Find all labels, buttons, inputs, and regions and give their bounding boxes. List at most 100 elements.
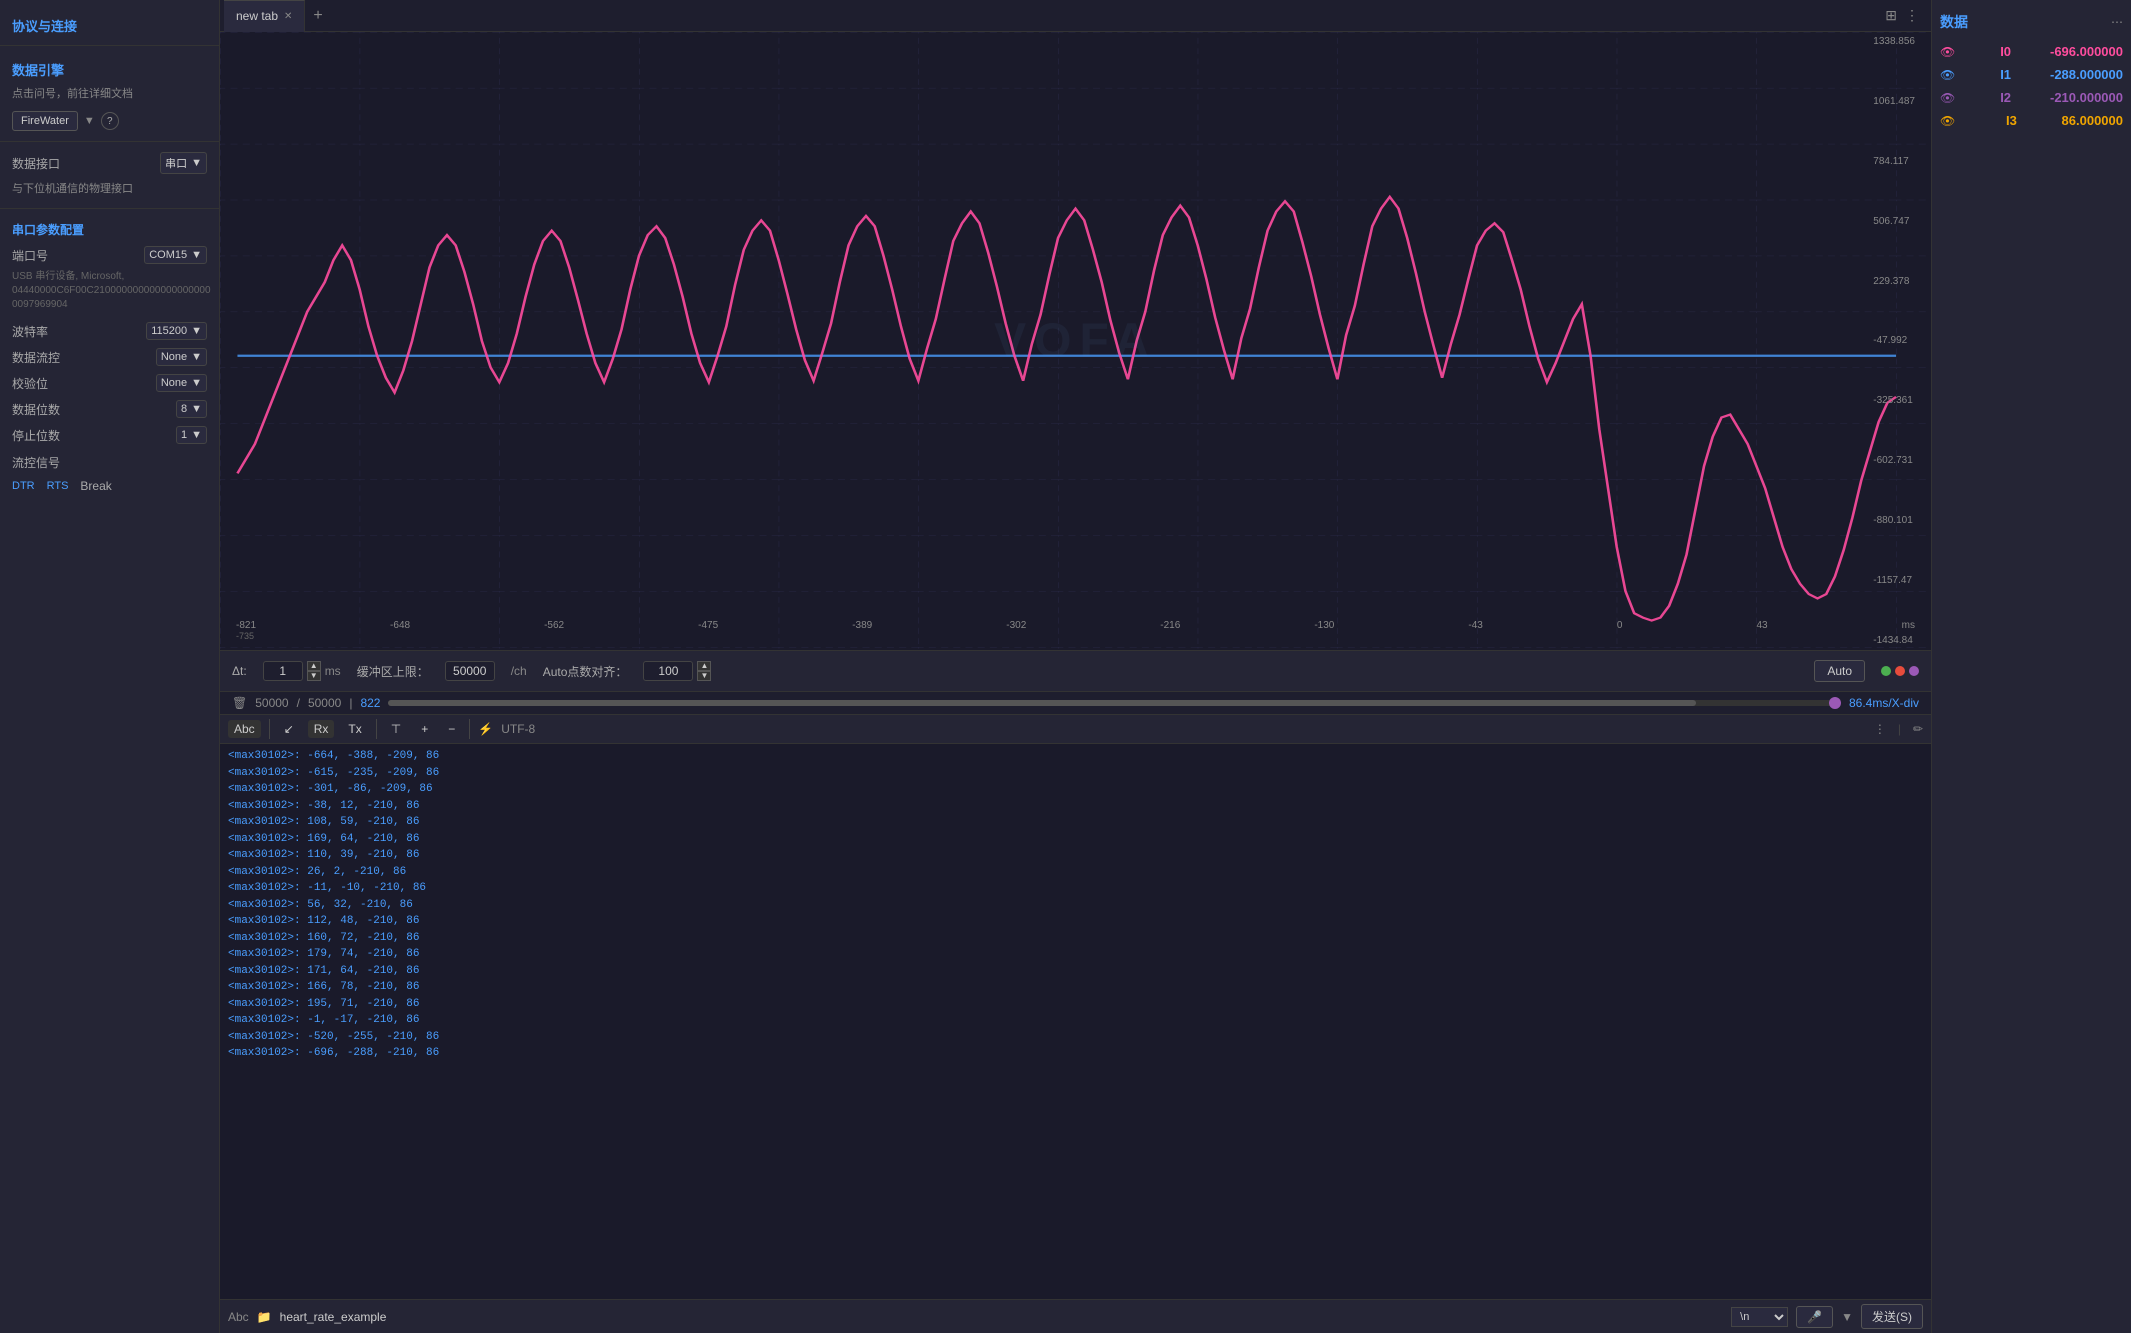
chart-svg[interactable]: [220, 32, 1931, 650]
toolbar-separator-3: [469, 719, 470, 739]
auto-points-label: Auto点数对齐：: [543, 663, 628, 680]
auto-points-up[interactable]: ▲: [697, 661, 711, 671]
align-button[interactable]: ⊤: [385, 720, 407, 738]
abc-button[interactable]: Abc: [228, 720, 261, 738]
color-dots: [1881, 666, 1919, 676]
tab-bar: new tab ✕ + ⊞ ⋮: [220, 0, 1931, 32]
more-options-icon[interactable]: ⋮: [1905, 7, 1919, 24]
serial-line: <max30102>: 171, 64, -210, 86: [228, 963, 1923, 980]
wave-button[interactable]: ↙: [278, 720, 300, 738]
interface-select[interactable]: 串口 ▼: [160, 152, 207, 174]
tab-bar-icons: ⊞ ⋮: [1885, 7, 1927, 24]
databits-select[interactable]: 8 ▼: [176, 400, 207, 418]
trash-icon[interactable]: 🗑: [232, 696, 247, 710]
progress-pipe: |: [349, 696, 352, 710]
parity-row: 校验位 None ▼: [0, 370, 219, 396]
channel-i2-eye[interactable]: 👁: [1940, 91, 1955, 105]
buffer-input[interactable]: [445, 661, 495, 681]
tab-add-button[interactable]: +: [305, 7, 330, 25]
channel-i3-eye[interactable]: 👁: [1940, 114, 1955, 128]
firewater-button[interactable]: FireWater: [12, 111, 78, 131]
send-text-button[interactable]: 发送(S): [1861, 1304, 1923, 1329]
serial-line: <max30102>: -1, -17, -210, 86: [228, 1012, 1923, 1029]
break-button[interactable]: Break: [80, 479, 111, 493]
parity-select[interactable]: None ▼: [156, 374, 207, 392]
data-panel-more[interactable]: ⋯: [2111, 15, 2123, 29]
buffer-unit: /ch: [511, 664, 527, 678]
serial-line: <max30102>: -38, 12, -210, 86: [228, 798, 1923, 815]
clear-button[interactable]: ✏: [1913, 722, 1923, 736]
minus-button[interactable]: −: [442, 720, 461, 738]
rx-button[interactable]: Rx: [308, 720, 335, 738]
right-panel-header: 数据 ⋯: [1940, 8, 2123, 40]
flow-control-buttons: DTR RTS Break: [0, 475, 219, 497]
serial-separator-right: |: [1898, 722, 1901, 736]
serial-more-button[interactable]: ⋮: [1874, 722, 1886, 736]
channel-i1-name: I1: [2000, 67, 2011, 82]
channel-i3-row: 👁 I3 86.000000: [1940, 109, 2123, 132]
serial-monitor: Abc ↙ Rx Tx ⊤ + − ⚡ UTF-8 ⋮ | ✏ <max3010…: [220, 715, 1931, 1333]
serial-toolbar: Abc ↙ Rx Tx ⊤ + − ⚡ UTF-8 ⋮ | ✏: [220, 715, 1931, 744]
send-options-icon[interactable]: ▼: [1841, 1310, 1853, 1324]
newline-select[interactable]: \n \r\n None: [1731, 1307, 1788, 1327]
data-engine-title: 数据引擎: [0, 52, 219, 83]
serial-line: <max30102>: 112, 48, -210, 86: [228, 913, 1923, 930]
stopbits-select[interactable]: 1 ▼: [176, 426, 207, 444]
serial-line: <max30102>: 56, 32, -210, 86: [228, 897, 1923, 914]
rts-button[interactable]: RTS: [47, 480, 69, 492]
monitor-icon[interactable]: ⊞: [1885, 7, 1897, 24]
serial-line: <max30102>: 110, 39, -210, 86: [228, 847, 1923, 864]
dot-purple: [1909, 666, 1919, 676]
firewater-row: FireWater ▼ ?: [0, 107, 219, 135]
serial-line: <max30102>: 179, 74, -210, 86: [228, 946, 1923, 963]
interface-subtitle: 与下位机通信的物理接口: [0, 178, 219, 202]
file-icon[interactable]: 📁: [257, 1310, 272, 1324]
delta-t-unit: ms: [325, 664, 341, 678]
plus-button[interactable]: +: [415, 720, 434, 738]
databits-row: 数据位数 8 ▼: [0, 396, 219, 422]
protocol-section-title: 协议与连接: [0, 8, 219, 39]
toolbar-separator-1: [269, 719, 270, 739]
dot-red: [1895, 666, 1905, 676]
channel-i1-value: -288.000000: [2050, 67, 2123, 82]
progress-samples: 822: [360, 696, 380, 710]
delta-t-label: Δt:: [232, 664, 247, 678]
progress-thumb[interactable]: [1829, 697, 1841, 709]
data-panel-title: 数据: [1940, 12, 1968, 32]
serial-output[interactable]: <max30102>: -664, -388, -209, 86<max3010…: [220, 744, 1931, 1299]
send-button[interactable]: 🎤: [1796, 1306, 1833, 1328]
channel-i2-value: -210.000000: [2050, 90, 2123, 105]
auto-points-input[interactable]: [643, 661, 693, 681]
help-button[interactable]: ?: [101, 112, 119, 130]
auto-points-down[interactable]: ▼: [697, 671, 711, 681]
serial-line: <max30102>: -301, -86, -209, 86: [228, 781, 1923, 798]
delta-t-group: ▲ ▼ ms: [263, 661, 341, 681]
tab-close-button[interactable]: ✕: [284, 11, 292, 22]
delta-t-down[interactable]: ▼: [307, 671, 321, 681]
channel-i1-eye[interactable]: 👁: [1940, 68, 1955, 82]
baud-label: 波特率: [12, 323, 48, 340]
delta-t-input[interactable]: [263, 661, 303, 681]
serial-input-row: Abc 📁 \n \r\n None 🎤 ▼ 发送(S): [220, 1299, 1931, 1333]
serial-device-info: USB 串行设备, Microsoft, 04440000C6F00C21000…: [0, 268, 219, 318]
tab-new-tab[interactable]: new tab ✕: [224, 0, 305, 32]
stopbits-label: 停止位数: [12, 427, 60, 444]
tx-button[interactable]: Tx: [342, 720, 367, 738]
channel-i1-row: 👁 I1 -288.000000: [1940, 63, 2123, 86]
buffer-label: 缓冲区上限：: [357, 663, 429, 680]
delta-t-stepper: ▲ ▼: [307, 661, 321, 681]
flow-select[interactable]: None ▼: [156, 348, 207, 366]
port-label: 端口号: [12, 247, 48, 264]
progress-slash: /: [297, 696, 300, 710]
serial-input-field[interactable]: [280, 1310, 1724, 1324]
auto-button[interactable]: Auto: [1814, 660, 1865, 682]
channel-i0-eye[interactable]: 👁: [1940, 45, 1955, 59]
dtr-button[interactable]: DTR: [12, 480, 35, 492]
port-select[interactable]: COM15 ▼: [144, 246, 207, 264]
stopbits-row: 停止位数 1 ▼: [0, 422, 219, 448]
channel-i0-row: 👁 I0 -696.000000: [1940, 40, 2123, 63]
delta-t-up[interactable]: ▲: [307, 661, 321, 671]
serial-line: <max30102>: 26, 2, -210, 86: [228, 864, 1923, 881]
baud-select[interactable]: 115200 ▼: [146, 322, 207, 340]
baud-row: 波特率 115200 ▼: [0, 318, 219, 344]
